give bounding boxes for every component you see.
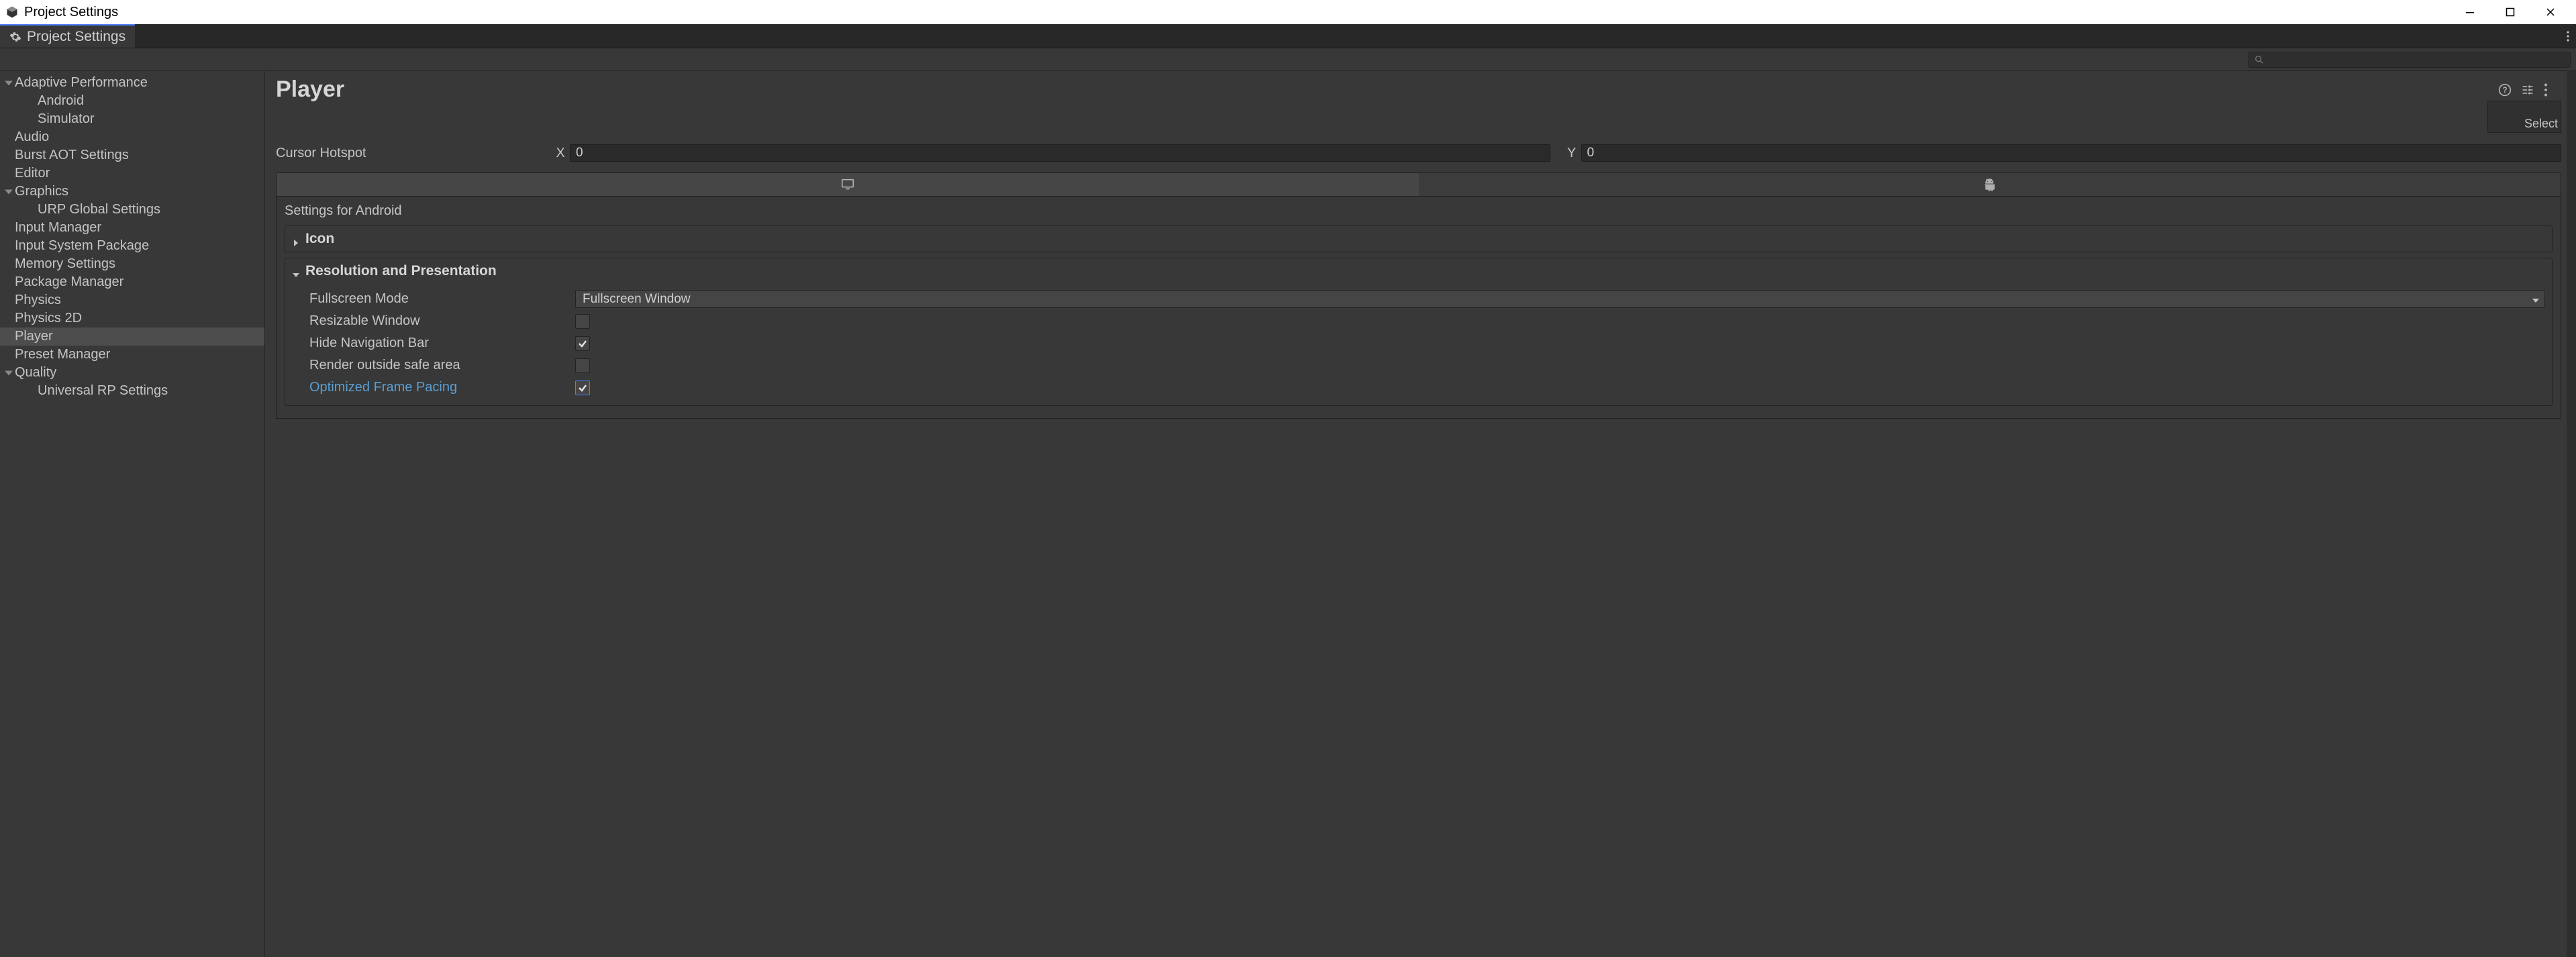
sidebar-item-physics-2d[interactable]: Physics 2D bbox=[0, 309, 264, 328]
maximize-button[interactable] bbox=[2490, 0, 2530, 24]
page-title: Player bbox=[276, 77, 2498, 103]
sidebar-item-preset-manager[interactable]: Preset Manager bbox=[0, 346, 264, 364]
minimize-button[interactable] bbox=[2450, 0, 2490, 24]
help-icon[interactable]: ? bbox=[2498, 83, 2512, 97]
close-button[interactable] bbox=[2530, 0, 2571, 24]
tab-menu-button[interactable] bbox=[2560, 24, 2576, 48]
hide-nav-bar-checkbox[interactable] bbox=[575, 336, 590, 351]
foldout-resolution: Resolution and Presentation Fullscreen M… bbox=[285, 258, 2553, 406]
android-icon bbox=[1982, 177, 1997, 192]
sidebar-item-label: Simulator bbox=[38, 111, 94, 127]
sidebar-item-label: Memory Settings bbox=[15, 256, 115, 272]
window-title: Project Settings bbox=[24, 5, 2450, 20]
editor-tabbar: Project Settings bbox=[0, 24, 2576, 48]
chevron-down-icon bbox=[4, 368, 13, 378]
sidebar-item-label: Audio bbox=[15, 130, 49, 145]
sidebar-item-android[interactable]: Android bbox=[0, 92, 264, 110]
select-label: Select bbox=[2524, 117, 2558, 131]
render-outside-safe-label: Render outside safe area bbox=[309, 358, 575, 373]
sidebar-item-burst-aot-settings[interactable]: Burst AOT Settings bbox=[0, 146, 264, 164]
tab-label: Project Settings bbox=[27, 29, 126, 45]
settings-main: Player ? Select Cursor Hotspot X Y bbox=[265, 71, 2567, 957]
platform-tab-android[interactable] bbox=[1419, 173, 2561, 196]
sidebar-item-physics[interactable]: Physics bbox=[0, 291, 264, 309]
sidebar-item-label: Burst AOT Settings bbox=[15, 148, 129, 163]
sidebar-item-label: Package Manager bbox=[15, 274, 123, 290]
search-input[interactable] bbox=[2248, 52, 2571, 68]
sidebar-item-label: Universal RP Settings bbox=[38, 383, 168, 399]
sidebar-item-editor[interactable]: Editor bbox=[0, 164, 264, 183]
platform-tabs bbox=[276, 172, 2561, 197]
sidebar-item-simulator[interactable]: Simulator bbox=[0, 110, 264, 128]
sidebar-item-audio[interactable]: Audio bbox=[0, 128, 264, 146]
main-scrollbar[interactable] bbox=[2567, 71, 2576, 957]
monitor-icon bbox=[840, 177, 855, 192]
sidebar-item-urp-global-settings[interactable]: URP Global Settings bbox=[0, 201, 264, 219]
render-outside-safe-checkbox[interactable] bbox=[575, 358, 590, 373]
sidebar-item-package-manager[interactable]: Package Manager bbox=[0, 273, 264, 291]
gear-icon bbox=[9, 31, 21, 43]
platform-section-title: Settings for Android bbox=[285, 203, 2553, 219]
sidebar-item-player[interactable]: Player bbox=[0, 328, 264, 346]
foldout-icon-header[interactable]: Icon bbox=[285, 226, 2552, 252]
sidebar-item-label: URP Global Settings bbox=[38, 202, 160, 217]
texture-select[interactable]: Select bbox=[2487, 101, 2561, 133]
platform-tab-standalone[interactable] bbox=[277, 173, 1419, 196]
sidebar-item-label: Adaptive Performance bbox=[15, 75, 148, 91]
sidebar-item-graphics[interactable]: Graphics bbox=[0, 183, 264, 201]
y-label: Y bbox=[1563, 146, 1581, 161]
window-titlebar: Project Settings bbox=[0, 0, 2576, 24]
fullscreen-mode-value: Fullscreen Window bbox=[583, 292, 691, 307]
chevron-down-icon bbox=[4, 79, 13, 88]
sidebar-item-label: Android bbox=[38, 93, 84, 109]
hide-nav-bar-label: Hide Navigation Bar bbox=[309, 336, 575, 351]
preset-icon[interactable] bbox=[2521, 83, 2534, 97]
sidebar-item-adaptive-performance[interactable]: Adaptive Performance bbox=[0, 74, 264, 92]
sidebar-item-label: Input System Package bbox=[15, 238, 149, 254]
sidebar-item-label: Editor bbox=[15, 166, 50, 181]
sidebar-item-memory-settings[interactable]: Memory Settings bbox=[0, 255, 264, 273]
tab-project-settings[interactable]: Project Settings bbox=[0, 24, 135, 48]
x-label: X bbox=[551, 146, 570, 161]
chevron-down-icon bbox=[4, 187, 13, 197]
fullscreen-mode-label: Fullscreen Mode bbox=[309, 291, 575, 307]
sidebar-item-label: Input Manager bbox=[15, 220, 101, 236]
optimized-frame-pacing-checkbox[interactable] bbox=[575, 381, 590, 395]
optimized-frame-pacing-label[interactable]: Optimized Frame Pacing bbox=[309, 380, 575, 395]
chevron-down-icon bbox=[292, 267, 300, 275]
settings-sidebar[interactable]: Adaptive Performance Android Simulator Audi… bbox=[0, 71, 265, 957]
sidebar-item-label: Graphics bbox=[15, 184, 68, 199]
chevron-down-icon bbox=[2532, 292, 2539, 307]
sidebar-item-label: Preset Manager bbox=[15, 347, 110, 362]
sidebar-item-universal-rp-settings[interactable]: Universal RP Settings bbox=[0, 382, 264, 400]
unity-icon bbox=[5, 5, 19, 19]
kebab-icon[interactable] bbox=[2544, 83, 2557, 97]
cursor-hotspot-label: Cursor Hotspot bbox=[276, 146, 551, 161]
sidebar-item-label: Physics 2D bbox=[15, 311, 82, 326]
sidebar-item-label: Physics bbox=[15, 293, 61, 308]
sidebar-item-input-system-package[interactable]: Input System Package bbox=[0, 237, 264, 255]
sidebar-item-label: Quality bbox=[15, 365, 56, 381]
foldout-resolution-label: Resolution and Presentation bbox=[305, 263, 497, 279]
resizable-window-label: Resizable Window bbox=[309, 313, 575, 329]
sidebar-item-input-manager[interactable]: Input Manager bbox=[0, 219, 264, 237]
foldout-icon: Icon bbox=[285, 225, 2553, 252]
cursor-hotspot-y-input[interactable] bbox=[1581, 144, 2562, 162]
resizable-window-checkbox[interactable] bbox=[575, 314, 590, 329]
search-icon bbox=[2255, 55, 2264, 64]
settings-toolbar bbox=[0, 48, 2576, 71]
platform-panel: Settings for Android Icon Resolution and… bbox=[276, 197, 2561, 419]
fullscreen-mode-dropdown[interactable]: Fullscreen Window bbox=[575, 290, 2545, 308]
foldout-icon-label: Icon bbox=[305, 231, 334, 247]
sidebar-item-label: Player bbox=[15, 329, 53, 344]
cursor-hotspot-x-input[interactable] bbox=[570, 144, 1550, 162]
svg-text:?: ? bbox=[2502, 86, 2507, 95]
chevron-right-icon bbox=[292, 235, 300, 243]
sidebar-item-quality[interactable]: Quality bbox=[0, 364, 264, 382]
foldout-resolution-header[interactable]: Resolution and Presentation bbox=[285, 258, 2552, 284]
